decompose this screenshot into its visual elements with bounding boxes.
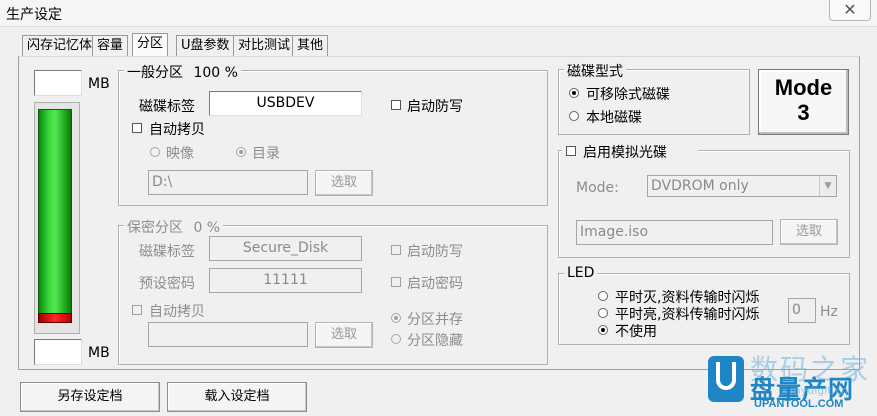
- load-config-button[interactable]: 载入设定档: [167, 382, 307, 412]
- capacity-top-unit: MB: [88, 76, 110, 92]
- watermark-logo-icon: [708, 356, 744, 402]
- secure-path-input[interactable]: [148, 322, 308, 347]
- cdrom-select-button[interactable]: 选取: [780, 219, 838, 245]
- disk-type-title: 磁碟型式: [564, 61, 626, 81]
- close-icon: ✕: [843, 0, 857, 19]
- disk-type-removable-label: 可移除式磁碟: [586, 87, 670, 103]
- watermark-url-text: UPANTOOL.COM: [754, 398, 844, 410]
- general-disk-label-caption: 磁碟标签: [139, 99, 195, 115]
- general-auto-copy-checkbox[interactable]: [132, 123, 142, 133]
- close-button[interactable]: ✕: [829, 0, 871, 21]
- general-partition-percent: 100 %: [193, 65, 238, 81]
- capacity-top-input[interactable]: [34, 70, 82, 96]
- cdrom-mode-value: DVDROM only: [651, 178, 749, 194]
- tab-compare-test[interactable]: 对比测试: [233, 35, 296, 56]
- secure-auto-copy-checkbox[interactable]: [132, 305, 142, 315]
- tab-flash-memory[interactable]: 闪存记忆体: [22, 35, 98, 56]
- general-write-protect-label: 启动防写: [407, 99, 463, 115]
- secure-auto-copy-label: 自动拷贝: [149, 304, 205, 320]
- secure-hide-label: 分区隐藏: [407, 333, 463, 349]
- led-option3-radio[interactable]: [598, 325, 608, 335]
- mode-badge-line1: Mode: [774, 75, 833, 100]
- secure-select-button[interactable]: 选取: [315, 322, 373, 348]
- led-hz-input[interactable]: 0: [788, 298, 816, 323]
- led-title: LED: [564, 265, 598, 281]
- led-option1-radio[interactable]: [598, 291, 608, 301]
- tab-other[interactable]: 其他: [292, 35, 329, 56]
- cdrom-image-input[interactable]: Image.iso: [576, 220, 773, 245]
- general-directory-radio[interactable]: [236, 147, 246, 157]
- led-hz-unit: Hz: [820, 304, 838, 320]
- secure-partition-title: 保密分区 0 %: [124, 217, 224, 237]
- tab-capacity[interactable]: 容量: [92, 35, 129, 56]
- capacity-bottom-input[interactable]: [34, 339, 82, 365]
- mode-badge[interactable]: Mode 3: [758, 69, 849, 135]
- secure-enable-password-label: 启动密码: [407, 276, 463, 292]
- general-write-protect-checkbox[interactable]: [391, 100, 401, 110]
- disk-type-local-radio[interactable]: [569, 111, 579, 121]
- window-title: 生产设定: [6, 7, 62, 23]
- secure-coexist-radio[interactable]: [391, 313, 401, 323]
- capacity-gauge-marker: [38, 313, 72, 323]
- general-partition-title: 一般分区 100 %: [124, 62, 241, 82]
- watermark-domain-text: mydigit.cn: [790, 384, 849, 397]
- secure-password-caption: 预设密码: [139, 276, 195, 292]
- disk-type-removable-radio[interactable]: [569, 88, 579, 98]
- general-path-input[interactable]: D:\: [148, 170, 308, 195]
- secure-password-input[interactable]: 11111: [209, 268, 362, 293]
- general-select-button[interactable]: 选取: [315, 170, 373, 196]
- capacity-gauge-fill: [38, 109, 72, 321]
- secure-enable-password-checkbox[interactable]: [391, 277, 401, 287]
- save-config-button[interactable]: 另存设定档: [20, 382, 160, 412]
- title-bar: [0, 0, 877, 27]
- general-image-radio[interactable]: [150, 147, 160, 157]
- tab-partition[interactable]: 分区: [132, 33, 169, 58]
- capacity-bottom-unit: MB: [88, 345, 110, 361]
- secure-coexist-label: 分区并存: [407, 312, 463, 328]
- secure-hide-radio[interactable]: [391, 334, 401, 344]
- cdrom-mode-select[interactable]: DVDROM only ▼: [647, 175, 837, 197]
- cdrom-mode-caption: Mode:: [576, 180, 619, 196]
- secure-partition-percent: 0 %: [193, 220, 221, 236]
- tab-udisk-params[interactable]: U盘参数: [176, 35, 235, 56]
- general-disk-label-input[interactable]: USBDEV: [209, 91, 362, 116]
- chevron-down-icon[interactable]: ▼: [819, 176, 836, 196]
- general-auto-copy-label: 自动拷贝: [149, 122, 205, 138]
- cdrom-enable-checkbox[interactable]: [566, 146, 576, 156]
- secure-partition-label: 保密分区: [127, 220, 183, 236]
- general-image-label: 映像: [166, 146, 194, 162]
- secure-disk-label-caption: 磁碟标签: [139, 244, 195, 260]
- secure-disk-label-input[interactable]: Secure_Disk: [209, 236, 362, 261]
- general-partition-label: 一般分区: [127, 65, 183, 81]
- cdrom-enable-label: 启用模拟光碟: [583, 145, 667, 161]
- general-directory-label: 目录: [252, 146, 280, 162]
- disk-type-local-label: 本地磁碟: [586, 110, 642, 126]
- mode-badge-line2: 3: [797, 100, 810, 125]
- led-option2-radio[interactable]: [598, 308, 608, 318]
- led-option3-label: 不使用: [615, 324, 657, 340]
- secure-write-protect-checkbox[interactable]: [391, 245, 401, 255]
- secure-write-protect-label: 启动防写: [407, 244, 463, 260]
- watermark: 数码之家 盘量产网 UPANTOOL.COM mydigit.cn: [700, 348, 877, 416]
